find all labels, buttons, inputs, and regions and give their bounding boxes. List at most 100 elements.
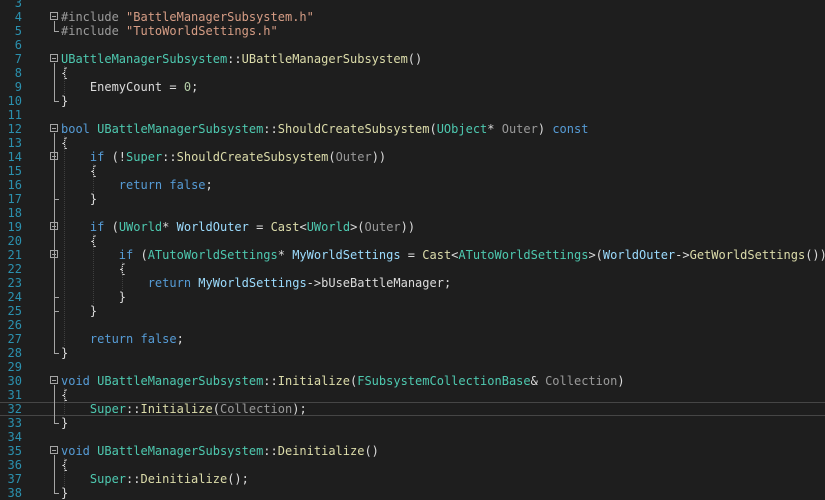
code-line[interactable]: 24 } bbox=[0, 290, 825, 304]
code-line[interactable]: 9 EnemyCount = 0; bbox=[0, 80, 825, 94]
code-line[interactable]: 32 Super::Initialize(Collection); bbox=[0, 402, 825, 416]
code-token: ; bbox=[205, 178, 213, 192]
code-token: >( bbox=[588, 248, 603, 262]
line-number: 23 bbox=[7, 276, 22, 290]
code-token: false bbox=[140, 332, 177, 346]
code-line[interactable]: 6 bbox=[0, 38, 825, 52]
collapse-icon[interactable] bbox=[50, 124, 58, 132]
code-token: Cast bbox=[422, 248, 452, 262]
code-token: :: bbox=[263, 374, 278, 388]
code-line[interactable]: 37 Super::Deinitialize(); bbox=[0, 472, 825, 486]
fold-region-line bbox=[54, 455, 55, 493]
line-number: 38 bbox=[7, 486, 22, 500]
code-text: EnemyCount = 0; bbox=[61, 80, 198, 94]
code-line[interactable]: 15 { bbox=[0, 164, 825, 178]
code-token: } bbox=[61, 416, 69, 430]
code-line[interactable]: 10} bbox=[0, 94, 825, 108]
fold-region-end bbox=[54, 297, 59, 298]
code-line[interactable]: 29 bbox=[0, 360, 825, 374]
line-number: 17 bbox=[7, 192, 22, 206]
code-token: :: bbox=[126, 472, 141, 486]
code-line[interactable]: 16 return false; bbox=[0, 178, 825, 192]
code-line[interactable]: 31{ bbox=[0, 388, 825, 402]
code-line[interactable]: 13{ bbox=[0, 136, 825, 150]
code-line[interactable]: 38} bbox=[0, 486, 825, 500]
code-line[interactable]: 5 #include "TutoWorldSettings.h" bbox=[0, 24, 825, 38]
code-text: if (UWorld* WorldOuter = Cast<UWorld>(Ou… bbox=[61, 220, 415, 234]
code-line[interactable]: 27 return false; bbox=[0, 332, 825, 346]
code-line[interactable]: 20 { bbox=[0, 234, 825, 248]
code-line[interactable]: 33} bbox=[0, 416, 825, 430]
code-line[interactable]: 17 } bbox=[0, 192, 825, 206]
code-line[interactable]: 18 bbox=[0, 206, 825, 220]
code-token: 0 bbox=[183, 80, 192, 94]
code-line[interactable]: 12 bool UBattleManagerSubsystem::ShouldCr… bbox=[0, 122, 825, 136]
fold-region-end bbox=[54, 31, 59, 32]
code-line[interactable]: 28} bbox=[0, 346, 825, 360]
code-line[interactable]: 7 UBattleManagerSubsystem::UBattleManager… bbox=[0, 52, 825, 66]
code-text: if (!Super::ShouldCreateSubsystem(Outer)… bbox=[61, 150, 386, 164]
collapse-icon[interactable] bbox=[50, 376, 58, 384]
code-text: void UBattleManagerSubsystem::Initialize… bbox=[61, 374, 625, 388]
code-line[interactable]: 25 } bbox=[0, 304, 825, 318]
code-token: FSubsystemCollectionBase bbox=[357, 374, 531, 388]
collapse-icon[interactable] bbox=[50, 446, 58, 454]
code-token: Deinitialize bbox=[140, 472, 228, 486]
code-token: ) bbox=[617, 374, 625, 388]
code-text: } bbox=[61, 94, 68, 108]
line-number: 28 bbox=[7, 346, 22, 360]
code-text: } bbox=[61, 346, 68, 360]
code-line[interactable]: 19 if (UWorld* WorldOuter = Cast<UWorld>… bbox=[0, 220, 825, 234]
code-token: UBattleManagerSubsystem bbox=[97, 444, 264, 458]
line-number: 29 bbox=[7, 360, 22, 374]
code-line[interactable]: 36{ bbox=[0, 458, 825, 472]
code-line[interactable]: 23 return MyWorldSettings->bUseBattleMan… bbox=[0, 276, 825, 290]
code-token: ( bbox=[429, 122, 437, 136]
code-token: return bbox=[118, 178, 163, 192]
code-token: UBattleManagerSubsystem bbox=[97, 122, 264, 136]
code-token: MyWorldSettings bbox=[198, 276, 307, 290]
line-number: 20 bbox=[7, 234, 22, 248]
code-line[interactable]: 22 { bbox=[0, 262, 825, 276]
code-line[interactable]: 11 bbox=[0, 108, 825, 122]
code-token: #include bbox=[61, 10, 127, 24]
code-line[interactable]: 30 void UBattleManagerSubsystem::Initiali… bbox=[0, 374, 825, 388]
code-text: #include "TutoWorldSettings.h" bbox=[61, 24, 278, 38]
code-line[interactable]: 4 #include "BattleManagerSubsystem.h" bbox=[0, 10, 825, 24]
code-token: if bbox=[89, 150, 105, 164]
code-line[interactable]: 35 void UBattleManagerSubsystem::Deinitia… bbox=[0, 444, 825, 458]
code-token: () bbox=[407, 52, 423, 66]
collapse-icon[interactable] bbox=[50, 54, 58, 62]
collapse-icon[interactable] bbox=[50, 12, 58, 20]
code-token: UWorld bbox=[118, 220, 163, 234]
code-line[interactable]: 34 bbox=[0, 430, 825, 444]
code-token: :: bbox=[263, 444, 278, 458]
code-token: const bbox=[552, 122, 589, 136]
code-line[interactable]: 21 if (ATutoWorldSettings* MyWorldSettin… bbox=[0, 248, 825, 262]
code-token: Outer bbox=[501, 122, 538, 136]
line-number: 31 bbox=[7, 388, 22, 402]
code-token: ) bbox=[537, 122, 553, 136]
line-number: 7 bbox=[14, 52, 22, 66]
code-token: Deinitialize bbox=[277, 444, 365, 458]
code-token: "TutoWorldSettings.h" bbox=[126, 24, 278, 38]
indent-guide bbox=[64, 388, 65, 416]
code-line[interactable]: 3 bbox=[0, 0, 825, 10]
line-number: 36 bbox=[7, 458, 22, 472]
code-line[interactable]: 26 bbox=[0, 318, 825, 332]
code-line[interactable]: 14 if (!Super::ShouldCreateSubsystem(Out… bbox=[0, 150, 825, 164]
code-token: Cast bbox=[270, 220, 300, 234]
code-token: :: bbox=[263, 122, 278, 136]
line-number: 16 bbox=[7, 178, 22, 192]
code-editor[interactable]: 3 4 #include "BattleManagerSubsystem.h" 5 #i… bbox=[0, 0, 825, 500]
code-token: Outer bbox=[335, 150, 372, 164]
code-text: } bbox=[61, 304, 97, 318]
code-token: } bbox=[61, 486, 69, 500]
code-line[interactable]: 8{ bbox=[0, 66, 825, 80]
fold-region-line bbox=[54, 63, 55, 101]
line-number: 5 bbox=[14, 24, 22, 38]
